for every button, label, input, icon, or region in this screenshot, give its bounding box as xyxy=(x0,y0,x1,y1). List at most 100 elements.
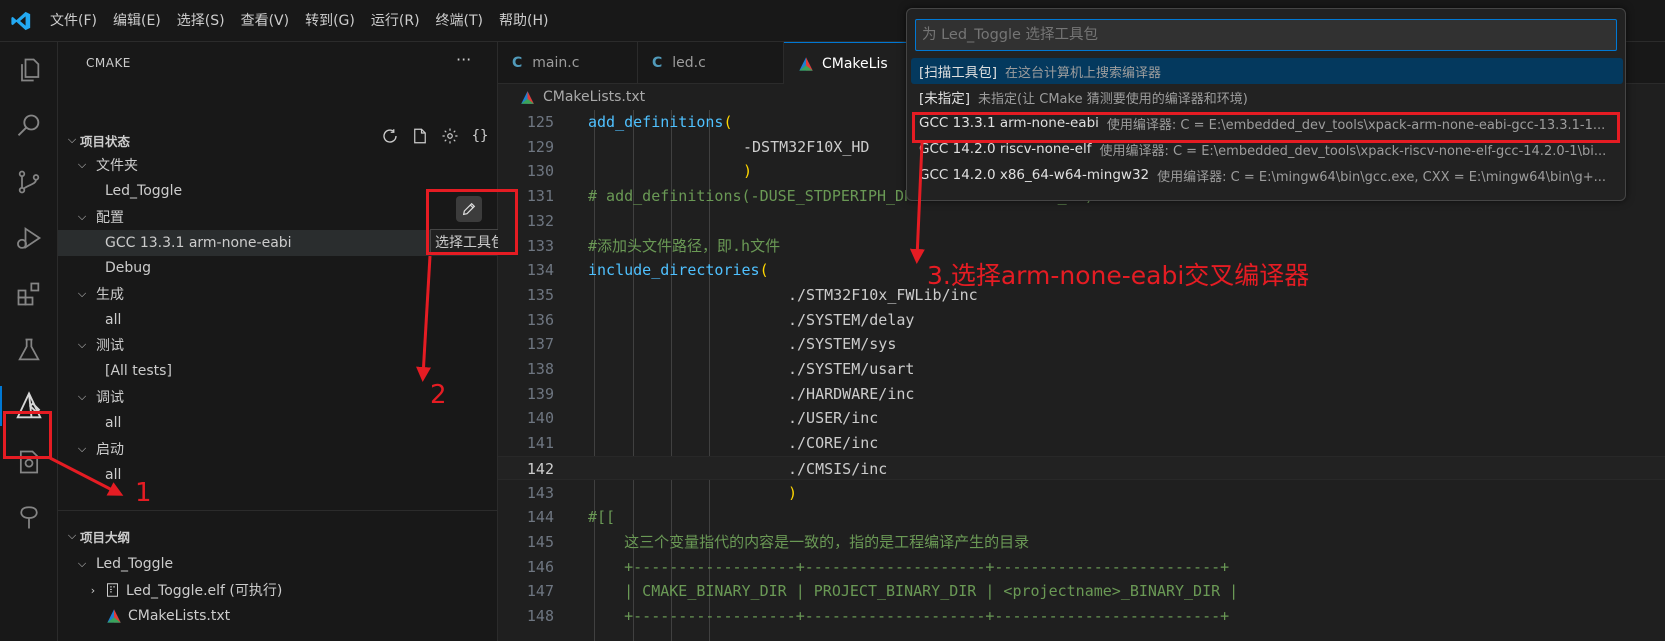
line-content: ./HARDWARE/inc xyxy=(788,382,914,407)
code-line: 147 | CMAKE_BINARY_DIR | PROJECT_BINARY_… xyxy=(498,579,1665,604)
braces-icon[interactable]: {} xyxy=(470,126,490,146)
line-number: 147 xyxy=(526,582,554,601)
line-content: ./SYSTEM/sys xyxy=(788,332,896,357)
tree-test[interactable]: ⌵ 测试 xyxy=(58,332,497,358)
refresh-icon[interactable] xyxy=(380,126,400,146)
section-divider xyxy=(58,510,497,511)
gear-icon[interactable] xyxy=(440,126,460,146)
quickpick-item-unspecified[interactable]: [未指定] 未指定(让 CMake 猜测要使用的编译器和环境) xyxy=(911,84,1623,110)
testing-icon[interactable] xyxy=(0,326,58,374)
line-number: 144 xyxy=(526,508,554,527)
chevron-down-icon: ⌵ xyxy=(67,133,77,146)
menu-terminal[interactable]: 终端(T) xyxy=(428,0,491,42)
code-text: ./USER/inc xyxy=(788,409,879,428)
quickpick-item-gcc-mingw[interactable]: GCC 14.2.0 x86_64-w64-mingw32 使用编译器: C =… xyxy=(911,162,1623,188)
line-number: 135 xyxy=(526,285,554,304)
activity-bar xyxy=(0,42,58,641)
line-content: +------------------+--------------------… xyxy=(588,555,1229,580)
line-number: 146 xyxy=(526,557,554,576)
outline-cmakelists[interactable]: CMakeLists.txt xyxy=(58,603,497,629)
quickpick-item-scan-kits[interactable]: [扫描工具包] 在这台计算机上搜索编译器 xyxy=(911,58,1623,84)
annotation-box-cmake-icon xyxy=(3,411,52,459)
item-label: [未指定] xyxy=(919,91,971,107)
code-text: ./CORE/inc xyxy=(788,434,879,453)
annotation-box-select-kit xyxy=(426,189,518,255)
comment: +------------------+--------------------… xyxy=(588,607,1230,625)
code-text: -DSTM32F10X_HD xyxy=(743,137,870,156)
paren: ( xyxy=(723,113,733,131)
code-line: 139 ./HARDWARE/inc xyxy=(498,382,1665,407)
tree-label: 生成 xyxy=(96,287,124,303)
line-content: | CMAKE_BINARY_DIR | PROJECT_BINARY_DIR … xyxy=(588,579,1238,604)
tree-label: all xyxy=(105,415,122,431)
tree-item-debug[interactable]: all xyxy=(58,410,497,436)
tree-label: Led_Toggle xyxy=(105,183,183,199)
line-content: -DSTM32F10X_HD xyxy=(743,135,869,160)
line-content: ./USER/inc xyxy=(788,406,878,431)
code-line-current: 142 ./CMSIS/inc xyxy=(498,455,1665,481)
code-line: 148 +------------------+----------------… xyxy=(498,604,1665,629)
tree-item-variant[interactable]: Debug xyxy=(58,255,497,281)
menu-view[interactable]: 查看(V) xyxy=(233,0,298,42)
c-file-icon: C xyxy=(652,55,663,71)
menu-go[interactable]: 转到(G) xyxy=(297,0,363,42)
tree-folder[interactable]: ⌵ 文件夹 xyxy=(58,152,497,178)
paren: ) xyxy=(743,162,753,181)
annotation-step-3: 3.选择arm-none-eabi交叉编译器 xyxy=(927,261,1310,290)
search-icon[interactable] xyxy=(0,102,58,150)
outline-project[interactable]: ⌵ Led_Toggle xyxy=(58,551,497,577)
extensions-icon[interactable] xyxy=(0,270,58,318)
delete-cache-icon[interactable] xyxy=(410,126,430,146)
tree-label: 调试 xyxy=(96,390,124,406)
tab-cmakelists[interactable]: CMakeLis xyxy=(784,42,914,84)
tree-label: 测试 xyxy=(96,338,124,354)
source-control-icon[interactable] xyxy=(0,158,58,206)
code-line: 141 ./CORE/inc xyxy=(498,431,1665,456)
annotation-step-1: 1 xyxy=(135,478,152,508)
line-number: 129 xyxy=(526,137,554,156)
line-content: add_definitions( xyxy=(588,110,733,135)
chevron-down-icon: ⌵ xyxy=(67,529,77,542)
section-project-outline[interactable]: ⌵ 项目大纲 xyxy=(58,523,497,549)
code-line: 144 #[[ xyxy=(498,505,1665,530)
code-line: 133 #添加头文件路径，即.h文件 xyxy=(498,234,1665,259)
explorer-icon[interactable] xyxy=(0,46,58,94)
code-text: ./SYSTEM/delay xyxy=(788,310,915,329)
chevron-right-icon: › xyxy=(90,583,96,597)
keyword: add_definitions xyxy=(588,113,724,131)
tree-label: CMakeLists.txt xyxy=(128,608,231,624)
cmake-sidebar: CMAKE ··· ⌵ 项目状态 {} ⌵ 文件夹 Led_Toggle ⌵ 配… xyxy=(58,42,498,641)
kit-search-input[interactable] xyxy=(915,19,1617,51)
menu-help[interactable]: 帮助(H) xyxy=(491,0,556,42)
line-number: 137 xyxy=(526,335,554,354)
tree-item-build[interactable]: all xyxy=(58,307,497,333)
tree-item-launch[interactable]: all xyxy=(58,462,497,488)
code-text: ./CMSIS/inc xyxy=(788,459,888,478)
tree-label: 启动 xyxy=(96,442,124,458)
outline-elf[interactable]: › Led_Toggle.elf (可执行) xyxy=(58,577,497,603)
tree-label: [All tests] xyxy=(105,363,172,379)
tree-label: 配置 xyxy=(96,210,124,226)
menu-file[interactable]: 文件(F) xyxy=(42,0,105,42)
line-content: include_directories( xyxy=(588,258,769,283)
menu-edit[interactable]: 编辑(E) xyxy=(105,0,169,42)
tree-label: Debug xyxy=(105,260,152,276)
breadcrumb[interactable]: CMakeLists.txt xyxy=(498,84,645,110)
line-number: 141 xyxy=(526,434,554,453)
tree-launch[interactable]: ⌵ 启动 xyxy=(58,436,497,462)
item-description: 使用编译器: C = E:\mingw64\bin\gcc.exe, CXX =… xyxy=(1157,169,1607,185)
line-number: 140 xyxy=(526,409,554,428)
menu-selection[interactable]: 选择(S) xyxy=(169,0,233,42)
cmake-file-icon xyxy=(106,608,122,624)
run-debug-icon[interactable] xyxy=(0,214,58,262)
line-content: ) xyxy=(743,159,752,184)
tree-label: GCC 13.3.1 arm-none-eabi xyxy=(105,235,292,251)
section-title: 项目大纲 xyxy=(80,529,131,545)
tab-main-c[interactable]: C main.c xyxy=(498,42,638,84)
more-actions-icon[interactable]: ··· xyxy=(456,50,471,69)
tab-led-c[interactable]: C led.c xyxy=(638,42,784,84)
menu-run[interactable]: 运行(R) xyxy=(363,0,428,42)
comment: 这三个变量指代的内容是一致的，指的是工程编译产生的目录 xyxy=(588,532,1030,551)
tree-view-icon[interactable] xyxy=(0,494,58,542)
tree-build[interactable]: ⌵ 生成 xyxy=(58,281,497,307)
